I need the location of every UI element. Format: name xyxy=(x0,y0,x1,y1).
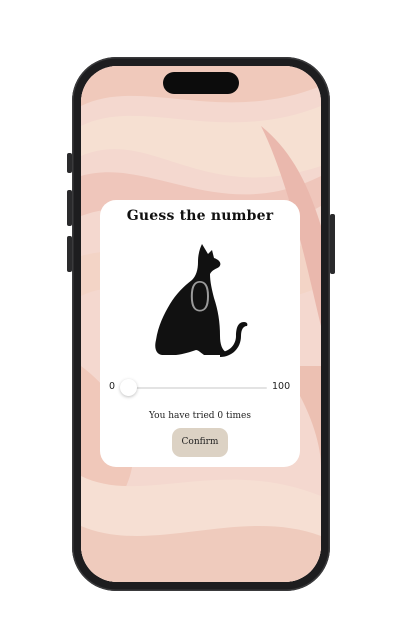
slider-min-label: 0 xyxy=(109,381,116,392)
dynamic-island xyxy=(163,72,239,94)
page-title: Guess the number xyxy=(126,208,274,224)
game-card: Guess the number 0 0 100 You have tried … xyxy=(100,200,300,467)
guess-slider-thumb[interactable] xyxy=(120,379,137,396)
power-button xyxy=(330,214,335,274)
stage: Guess the number 0 0 100 You have tried … xyxy=(0,0,403,618)
guess-digit: 0 xyxy=(187,275,213,321)
tries-counter: You have tried 0 times xyxy=(149,411,251,421)
slider-max-label: 100 xyxy=(272,381,291,392)
guess-slider-track[interactable] xyxy=(121,387,267,389)
confirm-button[interactable]: Confirm xyxy=(172,428,228,457)
